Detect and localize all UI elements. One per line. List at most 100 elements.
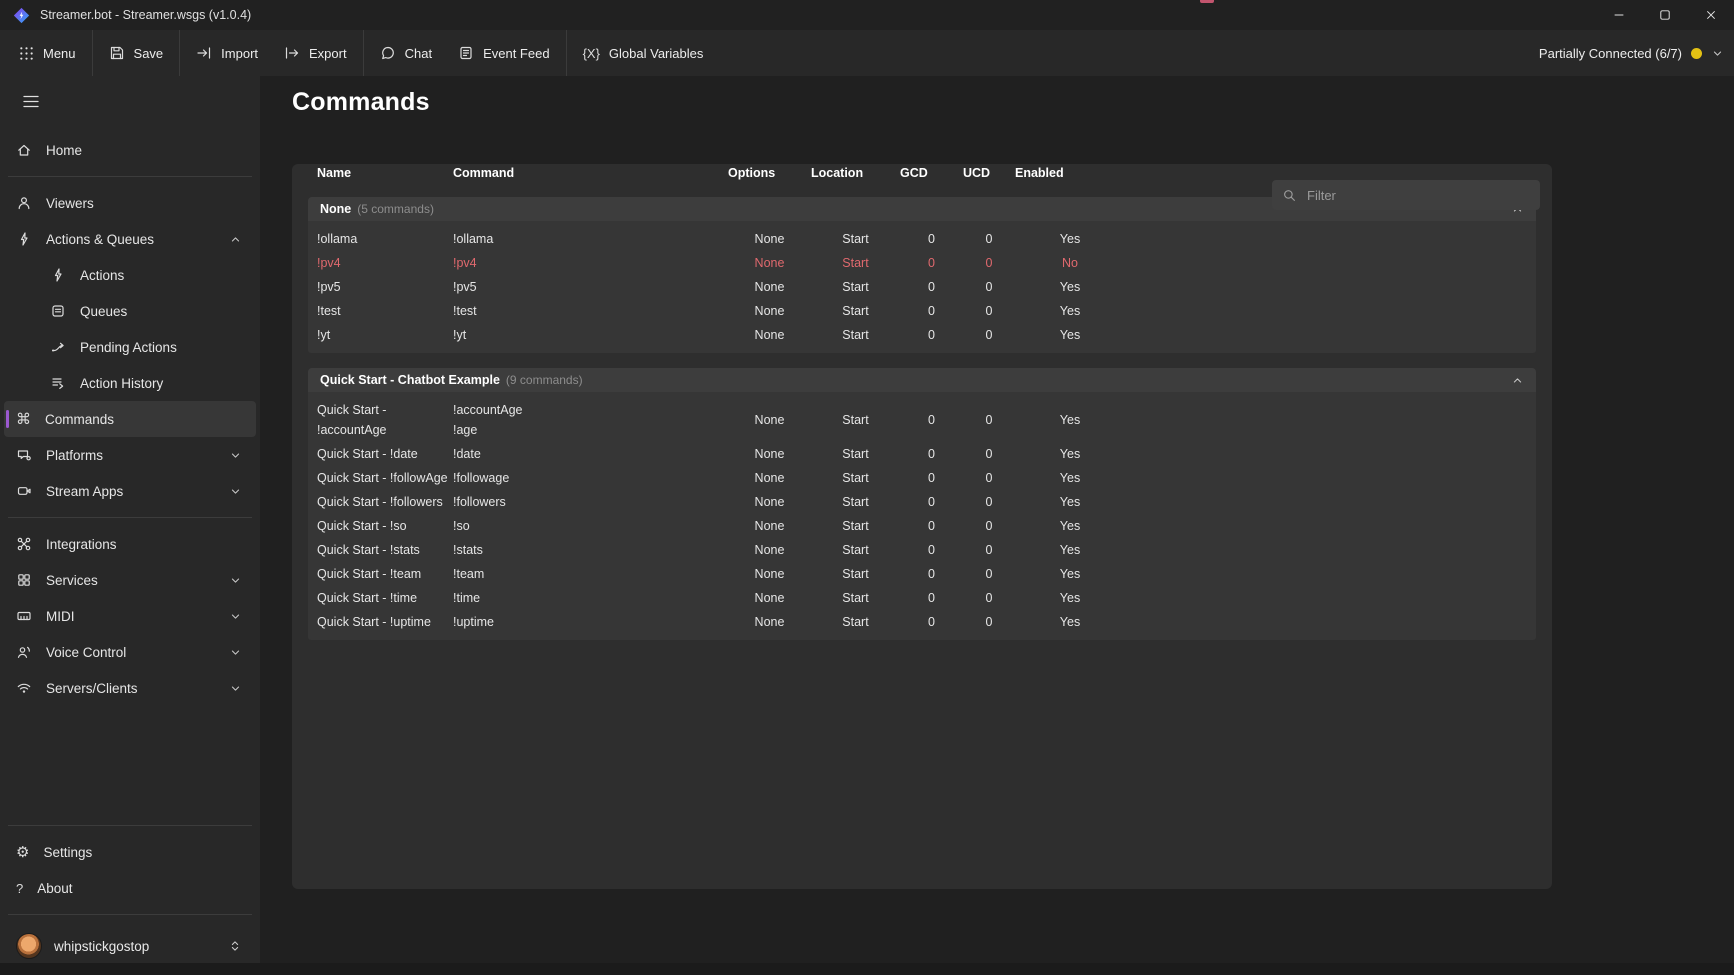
cell-ucd: 0 — [963, 564, 1015, 584]
cell-name: !pv4 — [317, 253, 453, 273]
command-row-quick-start-time[interactable]: Quick Start - !time!timeNoneStart00Yes — [308, 586, 1536, 610]
command-row-quick-start-team[interactable]: Quick Start - !team!teamNoneStart00Yes — [308, 562, 1536, 586]
command-row-yt[interactable]: !yt!ytNoneStart00Yes — [308, 323, 1536, 347]
toolbar-button-event-feed[interactable]: Event Feed — [445, 30, 563, 76]
sidebar-item-platforms[interactable]: Platforms — [4, 437, 256, 473]
sidebar-item-queues[interactable]: Queues — [4, 293, 256, 329]
cell-gcd: 0 — [900, 516, 963, 536]
cell-name: !test — [317, 301, 453, 321]
command-groups: None(5 commands)!ollama!ollamaNoneStart0… — [292, 197, 1552, 640]
sidebar-item-actions[interactable]: Actions — [4, 257, 256, 293]
connection-status[interactable]: Partially Connected (6/7) — [1539, 46, 1724, 61]
command-row-quick-start-so[interactable]: Quick Start - !so!soNoneStart00Yes — [308, 514, 1536, 538]
cell-enabled: Yes — [1015, 588, 1125, 608]
cell-location: Start — [811, 468, 900, 488]
sidebar-item-stream-apps[interactable]: Stream Apps — [4, 473, 256, 509]
sidebar-item-integrations[interactable]: Integrations — [4, 526, 256, 562]
user-name: whipstickgostop — [54, 939, 149, 954]
toolbar-button-export[interactable]: Export — [271, 30, 360, 76]
home-icon — [16, 142, 32, 158]
cell-enabled: Yes — [1015, 564, 1125, 584]
sidebar-item-about[interactable]: ?About — [4, 870, 256, 906]
maximize-button[interactable] — [1642, 0, 1688, 30]
services-icon — [16, 572, 32, 588]
toolbar-button-global-variables[interactable]: {X}Global Variables — [570, 30, 717, 76]
cell-command: !pv5 — [453, 277, 728, 297]
cell-ucd: 0 — [963, 468, 1015, 488]
integrations-icon — [16, 536, 32, 552]
toolbar-button-label: Export — [309, 46, 347, 61]
cell-gcd: 0 — [900, 564, 963, 584]
sidebar: Home Viewers Actions & Queues ActionsQueues… — [0, 76, 260, 975]
cell-enabled: Yes — [1015, 492, 1125, 512]
cell-location: Start — [811, 253, 900, 273]
sidebar-item-actions-queues[interactable]: Actions & Queues — [4, 221, 256, 257]
sidebar-item-action-history[interactable]: Action History — [4, 365, 256, 401]
event-feed-icon — [458, 45, 474, 61]
user-avatar — [16, 933, 42, 959]
toolbar-button-menu[interactable]: Menu — [6, 30, 89, 76]
cell-options: None — [728, 253, 811, 273]
cell-location: Start — [811, 612, 900, 632]
filter-input[interactable] — [1305, 187, 1530, 204]
column-header-options: Options — [728, 164, 811, 182]
command-row-quick-start-stats[interactable]: Quick Start - !stats!statsNoneStart00Yes — [308, 538, 1536, 562]
cell-command: !team — [453, 564, 728, 584]
cell-ucd: 0 — [963, 301, 1015, 321]
group-rows: !ollama!ollamaNoneStart00Yes!pv4!pv4None… — [308, 221, 1536, 353]
sidebar-item-midi[interactable]: MIDI — [4, 598, 256, 634]
divider — [8, 176, 252, 177]
sidebar-item-viewers[interactable]: Viewers — [4, 185, 256, 221]
command-row-quick-start-uptime[interactable]: Quick Start - !uptime!uptimeNoneStart00Y… — [308, 610, 1536, 634]
toolbar-button-save[interactable]: Save — [96, 30, 177, 76]
cell-ucd: 0 — [963, 540, 1015, 560]
sidebar-item-home[interactable]: Home — [4, 132, 256, 168]
command-row-pv4[interactable]: !pv4!pv4NoneStart00No — [308, 251, 1536, 275]
command-row-quick-start-followage[interactable]: Quick Start - !followAge!followageNoneSt… — [308, 466, 1536, 490]
command-row-quick-start-followers[interactable]: Quick Start - !followers!followersNoneSt… — [308, 490, 1536, 514]
divider — [8, 517, 252, 518]
toolbar-button-import[interactable]: Import — [183, 30, 271, 76]
connection-status-dot — [1691, 48, 1702, 59]
cell-command: !yt — [453, 325, 728, 345]
toolbar-button-chat[interactable]: Chat — [367, 30, 445, 76]
cell-name: Quick Start - !time — [317, 588, 453, 608]
window-title: Streamer.bot - Streamer.wsgs (v1.0.4) — [40, 8, 251, 22]
sidebar-item-servers-clients[interactable]: Servers/Clients — [4, 670, 256, 706]
command-row-test[interactable]: !test!testNoneStart00Yes — [308, 299, 1536, 323]
queues-icon — [50, 303, 66, 319]
cell-name: Quick Start - !uptime — [317, 612, 453, 632]
cell-ucd: 0 — [963, 229, 1015, 249]
platforms-icon — [16, 447, 32, 463]
sidebar-item-services[interactable]: Services — [4, 562, 256, 598]
servers-clients-icon — [16, 680, 32, 696]
titlebar: Streamer.bot - Streamer.wsgs (v1.0.4) — [0, 0, 1734, 30]
sidebar-item-label: Settings — [43, 845, 92, 860]
cell-command: !pv4 — [453, 253, 728, 273]
command-row-quick-start-accountage[interactable]: Quick Start - !accountAge!accountAge!age… — [308, 398, 1536, 442]
cell-command: !followage — [453, 468, 728, 488]
sidebar-item-commands[interactable]: ⌘Commands — [4, 401, 256, 437]
cell-name: Quick Start - !accountAge — [317, 400, 453, 440]
sidebar-toggle-button[interactable] — [14, 90, 48, 116]
cell-location: Start — [811, 277, 900, 297]
sidebar-item-label: Action History — [80, 376, 163, 391]
column-header-name: Name — [317, 164, 453, 182]
global-variables-icon: {X} — [583, 47, 600, 60]
command-row-quick-start-date[interactable]: Quick Start - !date!dateNoneStart00Yes — [308, 442, 1536, 466]
cell-command: !stats — [453, 540, 728, 560]
sidebar-item-label: Actions & Queues — [46, 232, 154, 247]
group-header-quick-start-chatbot-example[interactable]: Quick Start - Chatbot Example(9 commands… — [308, 368, 1536, 392]
cell-location: Start — [811, 492, 900, 512]
sidebar-item-pending-actions[interactable]: Pending Actions — [4, 329, 256, 365]
sidebar-item-settings[interactable]: ⚙Settings — [4, 834, 256, 870]
sidebar-item-voice-control[interactable]: Voice Control — [4, 634, 256, 670]
minimize-button[interactable] — [1596, 0, 1642, 30]
command-row-ollama[interactable]: !ollama!ollamaNoneStart00Yes — [308, 227, 1536, 251]
command-row-pv5[interactable]: !pv5!pv5NoneStart00Yes — [308, 275, 1536, 299]
window-controls — [1596, 0, 1734, 30]
cell-enabled: Yes — [1015, 540, 1125, 560]
window-bottom-edge — [0, 963, 1734, 975]
sidebar-item-label: Home — [46, 143, 82, 158]
close-button[interactable] — [1688, 0, 1734, 30]
